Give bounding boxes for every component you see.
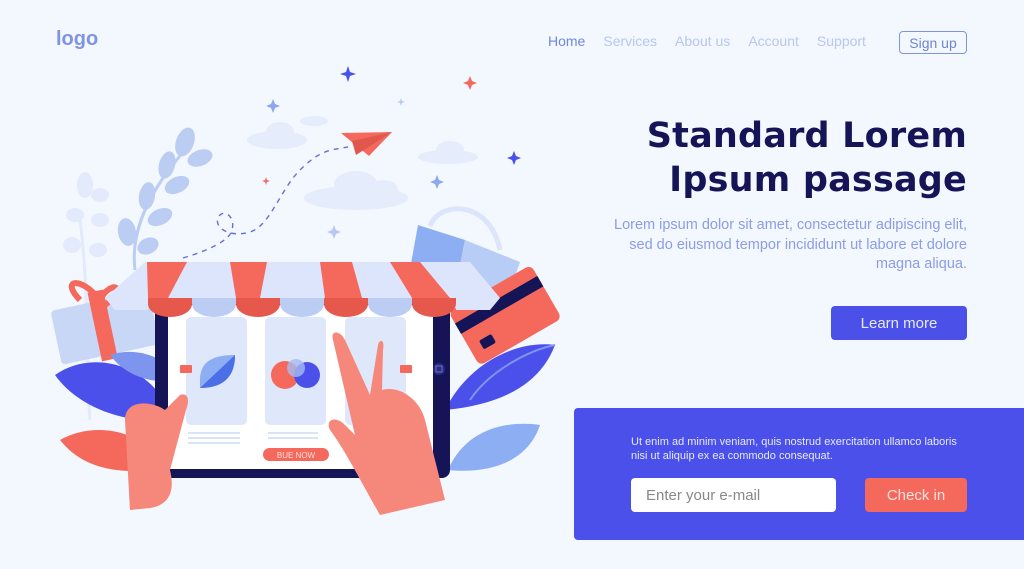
hero-subtitle: Lorem ipsum dolor sit amet, consectetur … <box>614 217 967 272</box>
paper-plane-icon <box>341 132 392 156</box>
nav-support[interactable]: Support <box>817 33 866 49</box>
arrow-left-icon <box>180 365 192 373</box>
tropical-leaf-icon <box>445 344 556 471</box>
email-input[interactable] <box>631 478 836 512</box>
check-in-button[interactable]: Check in <box>865 478 967 512</box>
leaf-branch-icon <box>117 127 213 271</box>
cloud-icon <box>247 116 478 210</box>
sparkle-icon <box>262 66 521 239</box>
title-line-2: Ipsum passage <box>669 160 967 200</box>
title-line-1: Standard Lorem <box>646 116 967 156</box>
arrow-right-icon <box>400 365 412 373</box>
online-store-illustration: BUE NOW <box>51 66 560 515</box>
page-title: Standard Lorem Ipsum passage <box>647 114 967 202</box>
nav-services[interactable]: Services <box>603 33 657 49</box>
subscribe-panel: Ut enim ad minim veniam, quis nostrud ex… <box>574 408 1024 540</box>
nav-about-us[interactable]: About us <box>675 33 730 49</box>
sign-up-button[interactable]: Sign up <box>899 31 967 54</box>
store-awning <box>105 262 500 317</box>
nav-account[interactable]: Account <box>748 33 799 49</box>
subscribe-text: Ut enim ad minim veniam, quis nostrud ex… <box>631 436 957 462</box>
learn-more-button[interactable]: Learn more <box>831 306 967 340</box>
buy-now-label: BUE NOW <box>277 451 316 460</box>
